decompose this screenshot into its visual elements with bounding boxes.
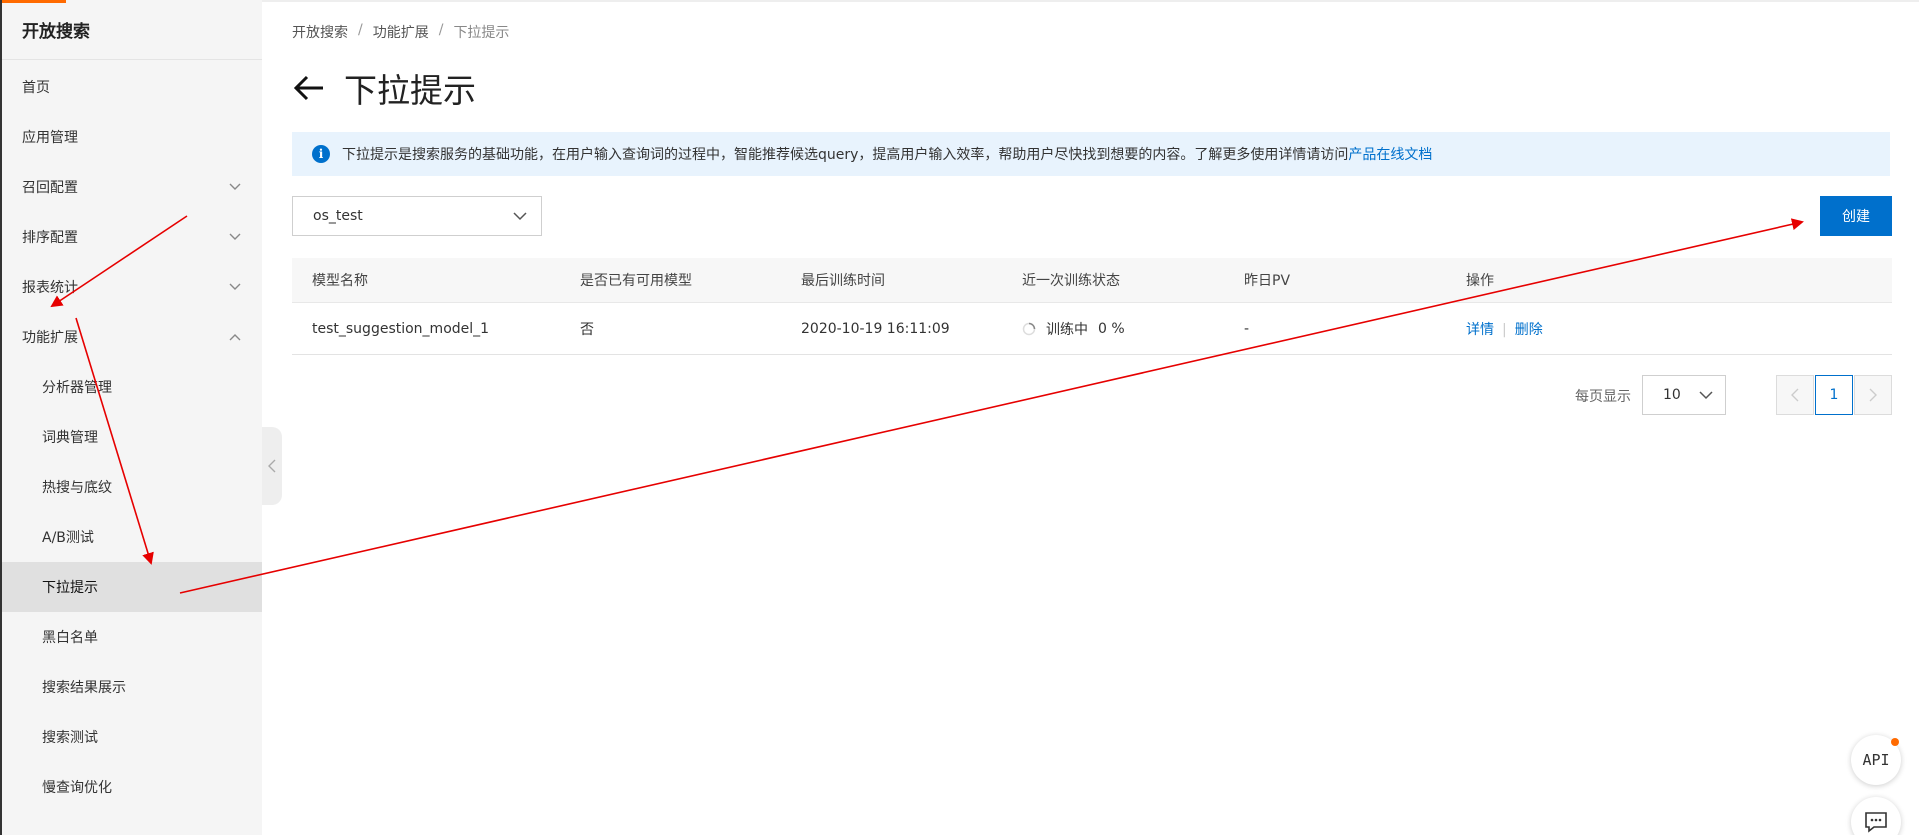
column-header-last-trained: 最后训练时间 — [801, 273, 885, 289]
main-content: 开放搜索 / 功能扩展 / 下拉提示 下拉提示 i 下拉提示是搜索服务的基础功能… — [262, 0, 1919, 835]
table-row: test_suggestion_model_1 否 2020-10-19 16:… — [292, 303, 1892, 355]
sidebar-item-recall-config[interactable]: 召回配置 — [2, 162, 262, 212]
cell-last-trained: 2020-10-19 16:11:09 — [801, 320, 950, 337]
app-select-value: os_test — [313, 208, 363, 224]
top-divider — [262, 0, 1919, 2]
column-header-status: 近一次训练状态 — [1022, 273, 1120, 289]
pagination: 每页显示 10 1 — [262, 375, 1919, 415]
app-select[interactable]: os_test — [292, 196, 542, 236]
breadcrumb-separator: / — [438, 22, 444, 38]
prev-page-button[interactable] — [1776, 375, 1814, 415]
breadcrumb-item-current: 下拉提示 — [453, 25, 510, 41]
sidebar-item-sort-config[interactable]: 排序配置 — [2, 212, 262, 262]
column-header-available: 是否已有可用模型 — [580, 273, 692, 289]
sidebar-item-home[interactable]: 首页 — [2, 62, 262, 112]
status-progress: 0 % — [1098, 320, 1125, 337]
sidebar-item-label: 功能扩展 — [22, 330, 78, 346]
breadcrumb-item-extensions[interactable]: 功能扩展 — [373, 22, 429, 42]
sidebar-item-label: 搜索测试 — [42, 730, 98, 746]
sidebar-item-label: 首页 — [22, 80, 50, 96]
sidebar-item-label: 热搜与底纹 — [42, 480, 112, 496]
sidebar-item-extensions[interactable]: 功能扩展 — [2, 312, 262, 362]
sidebar-title: 开放搜索 — [2, 0, 262, 60]
cell-available: 否 — [580, 321, 594, 338]
sidebar-item-label: 搜索结果展示 — [42, 680, 126, 696]
sidebar: 开放搜索 首页 应用管理 召回配置 排序配置 报表统计 功能扩展 分析器管理 词… — [0, 0, 262, 835]
chevron-down-icon — [229, 233, 241, 240]
api-float-button[interactable]: API — [1851, 735, 1901, 785]
sidebar-item-label: 报表统计 — [22, 280, 78, 296]
spinner-icon — [1022, 322, 1036, 335]
sidebar-menu: 首页 应用管理 召回配置 排序配置 报表统计 功能扩展 分析器管理 词典管理 热… — [2, 62, 262, 812]
sidebar-item-blacklist[interactable]: 黑白名单 — [2, 612, 262, 662]
sidebar-item-label: 分析器管理 — [42, 380, 112, 396]
product-docs-link[interactable]: 产品在线文档 — [1348, 144, 1432, 164]
per-page-value: 10 — [1663, 387, 1681, 403]
table-header: 模型名称 是否已有可用模型 最后训练时间 近一次训练状态 昨日PV 操作 — [292, 258, 1892, 303]
sidebar-item-label: 应用管理 — [22, 130, 78, 146]
sidebar-item-search-test[interactable]: 搜索测试 — [2, 712, 262, 762]
sidebar-item-label: 黑白名单 — [42, 630, 98, 646]
page-header: 下拉提示 — [292, 64, 476, 112]
next-page-button[interactable] — [1854, 375, 1892, 415]
info-icon: i — [312, 145, 330, 163]
cell-pv: - — [1244, 320, 1250, 337]
per-page-select[interactable]: 10 — [1642, 375, 1726, 415]
delete-link[interactable]: 删除 — [1515, 322, 1543, 338]
sidebar-item-hot-search[interactable]: 热搜与底纹 — [2, 462, 262, 512]
cell-actions: 详情 | 删除 — [1446, 319, 1746, 339]
sidebar-item-slow-query[interactable]: 慢查询优化 — [2, 762, 262, 812]
cell-status: 训练中 0 % — [1002, 319, 1224, 339]
chevron-down-icon — [513, 212, 527, 221]
column-header-actions: 操作 — [1466, 273, 1494, 289]
breadcrumb: 开放搜索 / 功能扩展 / 下拉提示 — [292, 22, 509, 42]
chevron-left-icon — [1791, 388, 1799, 402]
sidebar-item-label: 慢查询优化 — [42, 780, 112, 796]
notification-dot — [1891, 738, 1899, 746]
chevron-down-icon — [229, 283, 241, 290]
create-button[interactable]: 创建 — [1820, 196, 1892, 236]
chevron-right-icon — [1869, 388, 1877, 402]
breadcrumb-separator: / — [358, 22, 363, 38]
page-number-current[interactable]: 1 — [1815, 375, 1853, 415]
api-label: API — [1862, 751, 1890, 769]
column-header-model-name: 模型名称 — [312, 273, 368, 289]
breadcrumb-item-open-search[interactable]: 开放搜索 — [292, 22, 348, 42]
sidebar-item-label: 下拉提示 — [42, 580, 98, 596]
sidebar-item-ab-test[interactable]: A/B测试 — [2, 512, 262, 562]
action-divider: | — [1502, 321, 1507, 338]
sidebar-item-reports[interactable]: 报表统计 — [2, 262, 262, 312]
chevron-down-icon — [229, 183, 241, 190]
sidebar-item-analyzer[interactable]: 分析器管理 — [2, 362, 262, 412]
notice-text: 下拉提示是搜索服务的基础功能，在用户输入查询词的过程中，智能推荐候选query，… — [342, 147, 1349, 163]
sidebar-item-label: A/B测试 — [42, 530, 94, 546]
detail-link[interactable]: 详情 — [1466, 322, 1494, 338]
chevron-up-icon — [229, 334, 241, 341]
sidebar-accent-bar — [2, 0, 66, 3]
chevron-down-icon — [1699, 391, 1713, 400]
info-notice: i 下拉提示是搜索服务的基础功能，在用户输入查询词的过程中，智能推荐候选quer… — [292, 132, 1890, 176]
sidebar-item-label: 召回配置 — [22, 180, 78, 196]
status-text: 训练中 — [1046, 321, 1088, 338]
sidebar-item-label: 排序配置 — [22, 230, 78, 246]
cell-model-name: test_suggestion_model_1 — [312, 320, 490, 337]
sidebar-item-label: 词典管理 — [42, 430, 98, 446]
sidebar-item-result-display[interactable]: 搜索结果展示 — [2, 662, 262, 712]
sidebar-item-suggestion[interactable]: 下拉提示 — [2, 562, 262, 612]
chat-icon — [1865, 812, 1887, 833]
back-arrow-icon[interactable] — [292, 73, 326, 103]
model-table: 模型名称 是否已有可用模型 最后训练时间 近一次训练状态 昨日PV 操作 tes… — [292, 258, 1892, 355]
per-page-label: 每页显示 — [1575, 389, 1631, 405]
sidebar-item-app-management[interactable]: 应用管理 — [2, 112, 262, 162]
column-header-pv: 昨日PV — [1244, 273, 1291, 289]
page-title: 下拉提示 — [344, 71, 476, 110]
sidebar-item-dictionary[interactable]: 词典管理 — [2, 412, 262, 462]
